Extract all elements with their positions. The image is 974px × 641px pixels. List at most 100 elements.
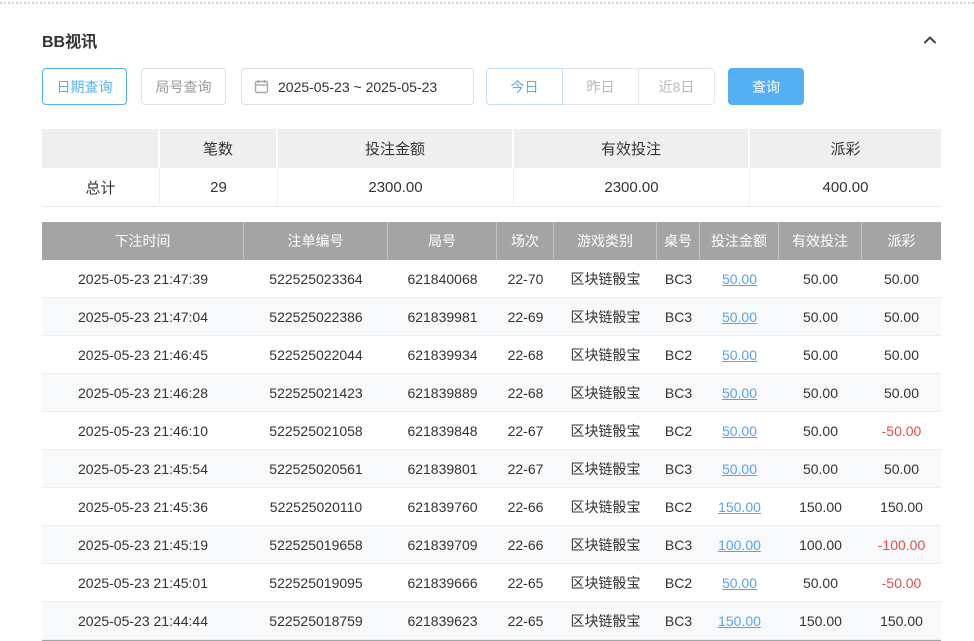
table-row: 2025-05-23 21:46:10522525021058621839848… <box>42 412 941 450</box>
cell-order_no: 522525021423 <box>244 374 388 412</box>
cell-bet: 50.00 <box>700 374 779 412</box>
summary-header-row: 笔数投注金额有效投注派彩 <box>42 129 941 168</box>
cell-order_no: 522525021058 <box>244 412 388 450</box>
cell-valid: 50.00 <box>779 412 862 450</box>
date-range-value: 2025-05-23 ~ 2025-05-23 <box>278 79 437 95</box>
cell-valid: 50.00 <box>779 374 862 412</box>
cell-bet: 100.00 <box>700 526 779 564</box>
bet-amount-link[interactable]: 50.00 <box>722 347 757 363</box>
cell-payout: 50.00 <box>862 336 941 374</box>
calendar-icon <box>254 79 269 94</box>
column-header: 场次 <box>497 222 554 260</box>
cell-valid: 50.00 <box>779 564 862 602</box>
bet-amount-link[interactable]: 50.00 <box>722 423 757 439</box>
round-query-tab[interactable]: 局号查询 <box>141 68 226 105</box>
bet-amount-link[interactable]: 50.00 <box>722 575 757 591</box>
cell-order_no: 522525022044 <box>244 336 388 374</box>
cell-payout: 50.00 <box>862 450 941 488</box>
cell-table_no: BC3 <box>657 602 700 640</box>
bet-amount-link[interactable]: 50.00 <box>722 385 757 401</box>
column-header: 局号 <box>388 222 497 260</box>
cell-round_no: 621839934 <box>388 336 497 374</box>
table-row: 2025-05-23 21:46:28522525021423621839889… <box>42 374 941 412</box>
cell-session: 22-69 <box>497 298 554 336</box>
cell-round_no: 621839981 <box>388 298 497 336</box>
bet-amount-link[interactable]: 50.00 <box>722 271 757 287</box>
chevron-up-icon[interactable] <box>919 29 941 51</box>
cell-valid: 50.00 <box>779 336 862 374</box>
cell-payout: 150.00 <box>862 602 941 640</box>
table-row: 2025-05-23 21:45:01522525019095621839666… <box>42 564 941 602</box>
cell-order_no: 522525020110 <box>244 488 388 526</box>
search-button[interactable]: 查询 <box>728 68 804 105</box>
cell-session: 22-70 <box>497 260 554 298</box>
cell-bet: 150.00 <box>700 602 779 640</box>
summary-header-cell <box>42 129 160 168</box>
table-row: 2025-05-23 21:47:04522525022386621839981… <box>42 298 941 336</box>
cell-bet: 50.00 <box>700 450 779 488</box>
cell-bet: 50.00 <box>700 564 779 602</box>
cell-bet: 150.00 <box>700 488 779 526</box>
bet-amount-link[interactable]: 150.00 <box>718 613 761 629</box>
cell-game: 区块链骰宝 <box>554 564 657 602</box>
cell-session: 22-67 <box>497 450 554 488</box>
cell-valid: 50.00 <box>779 298 862 336</box>
column-header: 投注金额 <box>700 222 779 260</box>
panel-title: BB视讯 <box>42 28 97 52</box>
cell-time: 2025-05-23 21:45:36 <box>42 488 244 526</box>
panel-header: BB视讯 <box>42 4 941 68</box>
bet-amount-link[interactable]: 150.00 <box>718 499 761 515</box>
cell-valid: 150.00 <box>779 488 862 526</box>
bet-records-table: 下注时间注单编号局号场次游戏类别桌号投注金额有效投注派彩 2025-05-23 … <box>42 222 941 640</box>
cell-table_no: BC3 <box>657 260 700 298</box>
cell-session: 22-66 <box>497 526 554 564</box>
cell-session: 22-68 <box>497 374 554 412</box>
bet-amount-link[interactable]: 50.00 <box>722 309 757 325</box>
cell-game: 区块链骰宝 <box>554 450 657 488</box>
cell-valid: 100.00 <box>779 526 862 564</box>
summary-total-row: 总计292300.002300.00400.00 <box>42 168 941 207</box>
cell-order_no: 522525020561 <box>244 450 388 488</box>
cell-bet: 50.00 <box>700 412 779 450</box>
cell-round_no: 621840068 <box>388 260 497 298</box>
cell-game: 区块链骰宝 <box>554 412 657 450</box>
bet-amount-link[interactable]: 100.00 <box>718 537 761 553</box>
cell-time: 2025-05-23 21:47:39 <box>42 260 244 298</box>
cell-table_no: BC2 <box>657 412 700 450</box>
summary-header-cell: 有效投注 <box>514 129 750 168</box>
date-range-input[interactable]: 2025-05-23 ~ 2025-05-23 <box>241 68 474 105</box>
bet-amount-link[interactable]: 50.00 <box>722 461 757 477</box>
cell-round_no: 621839760 <box>388 488 497 526</box>
cell-session: 22-66 <box>497 488 554 526</box>
cell-table_no: BC2 <box>657 336 700 374</box>
cell-round_no: 621839801 <box>388 450 497 488</box>
cell-session: 22-65 <box>497 564 554 602</box>
cell-game: 区块链骰宝 <box>554 374 657 412</box>
cell-time: 2025-05-23 21:46:28 <box>42 374 244 412</box>
cell-payout: 50.00 <box>862 298 941 336</box>
cell-valid: 50.00 <box>779 260 862 298</box>
summary-header-cell: 投注金额 <box>278 129 514 168</box>
quick-range-group: 今日昨日近8日 <box>486 68 715 105</box>
table-header-row: 下注时间注单编号局号场次游戏类别桌号投注金额有效投注派彩 <box>42 222 941 260</box>
cell-table_no: BC3 <box>657 298 700 336</box>
column-header: 游戏类别 <box>554 222 657 260</box>
cell-table_no: BC3 <box>657 374 700 412</box>
cell-round_no: 621839848 <box>388 412 497 450</box>
summary-value-cell: 总计 <box>42 168 160 207</box>
cell-time: 2025-05-23 21:46:45 <box>42 336 244 374</box>
column-header: 桌号 <box>657 222 700 260</box>
quick-button-today[interactable]: 今日 <box>486 68 563 105</box>
summary-value-cell: 2300.00 <box>278 168 514 207</box>
cell-game: 区块链骰宝 <box>554 526 657 564</box>
cell-payout: 50.00 <box>862 374 941 412</box>
cell-round_no: 621839666 <box>388 564 497 602</box>
cell-game: 区块链骰宝 <box>554 260 657 298</box>
date-query-tab[interactable]: 日期查询 <box>42 68 127 105</box>
cell-order_no: 522525023364 <box>244 260 388 298</box>
summary-header-cell: 派彩 <box>750 129 941 168</box>
quick-button-last-8-days[interactable]: 近8日 <box>638 68 715 105</box>
table-row: 2025-05-23 21:47:39522525023364621840068… <box>42 260 941 298</box>
cell-table_no: BC2 <box>657 564 700 602</box>
quick-button-yesterday[interactable]: 昨日 <box>562 68 639 105</box>
